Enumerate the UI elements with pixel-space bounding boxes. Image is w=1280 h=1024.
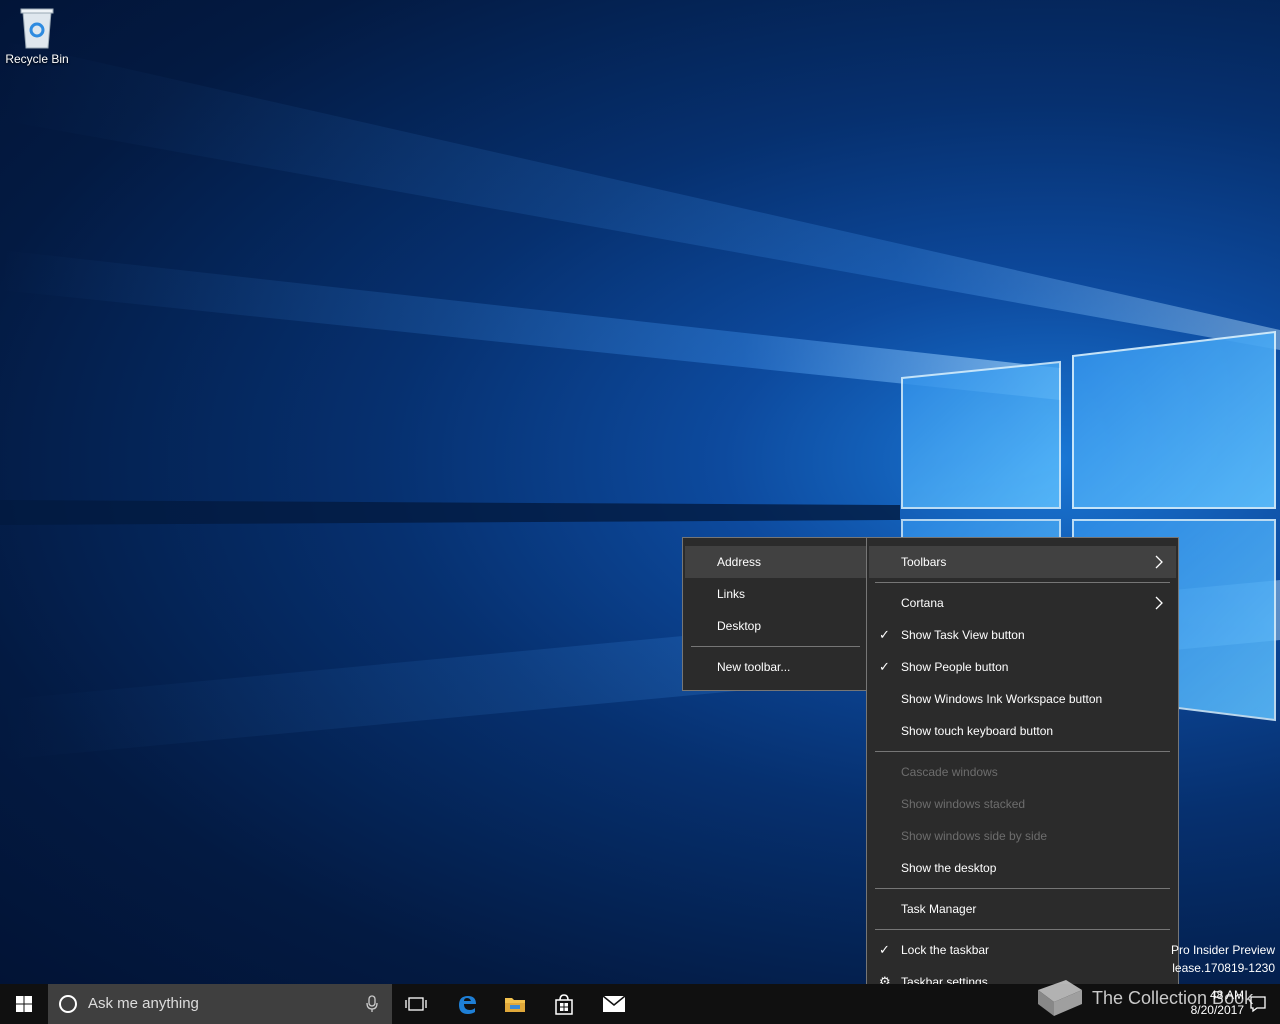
menu-item-label: Task Manager (901, 902, 977, 916)
menu-item-label: Show windows stacked (901, 797, 1026, 811)
menu-item-label: Address (717, 555, 762, 569)
menu-item-label: Show touch keyboard button (901, 724, 1054, 738)
watermark-line-2: lease.170819-1230 (1172, 961, 1275, 975)
menu-item-show-people[interactable]: ✓ Show People button (869, 651, 1176, 683)
menu-item-new-toolbar[interactable]: New toolbar... (685, 651, 866, 683)
menu-item-task-manager[interactable]: Task Manager (869, 893, 1176, 925)
menu-item-label: Show Windows Ink Workspace button (901, 692, 1103, 706)
menu-item-label: Toolbars (901, 555, 947, 569)
menu-item-desktop[interactable]: Desktop (685, 610, 866, 642)
menu-item-label: Show windows side by side (901, 829, 1048, 843)
file-explorer-taskbar-button[interactable] (491, 984, 539, 1024)
menu-item-show-ink-workspace[interactable]: Show Windows Ink Workspace button (869, 683, 1176, 715)
cortana-icon (59, 995, 77, 1013)
menu-item-cortana[interactable]: Cortana (869, 587, 1176, 619)
menu-item-label: Desktop (717, 619, 762, 633)
menu-item-windows-stacked: Show windows stacked (869, 788, 1176, 820)
checkmark-icon: ✓ (879, 659, 890, 674)
search-placeholder: Ask me anything (88, 995, 199, 1012)
menu-item-label: New toolbar... (717, 660, 791, 674)
edge-icon (459, 996, 476, 1014)
menu-separator (691, 646, 860, 647)
cortana-search-box[interactable]: Ask me anything (48, 984, 392, 1024)
recycle-bin-label: Recycle Bin (5, 52, 69, 66)
menu-item-label: Cascade windows (901, 765, 998, 779)
menu-item-label: Links (717, 587, 746, 601)
store-taskbar-button[interactable] (540, 984, 588, 1024)
checkmark-icon: ✓ (879, 627, 890, 642)
menu-item-show-touch-keyboard[interactable]: Show touch keyboard button (869, 715, 1176, 747)
taskbar-context-menu: Toolbars Cortana ✓ Show Task View button… (866, 537, 1179, 1007)
notification-icon (1250, 996, 1266, 1013)
menu-item-label: Show the desktop (901, 861, 997, 875)
microphone-icon[interactable] (366, 995, 378, 1013)
clock-date: 8/20/2017 (1190, 1003, 1244, 1017)
menu-item-label: Cortana (901, 596, 944, 610)
store-bag-icon (555, 994, 573, 1015)
watermark-line-1: Pro Insider Preview (1170, 943, 1275, 957)
mail-taskbar-button[interactable] (590, 984, 638, 1024)
menu-item-address[interactable]: Address (685, 546, 866, 578)
menu-separator (875, 582, 1170, 583)
collection-book-logo (1038, 980, 1082, 1016)
menu-item-label: Show People button (901, 660, 1009, 674)
menu-item-links[interactable]: Links (685, 578, 866, 610)
chevron-right-icon (1155, 596, 1163, 610)
recycle-bin-shortcut[interactable]: Recycle Bin (2, 6, 72, 66)
task-view-button[interactable] (392, 984, 440, 1024)
menu-separator (875, 888, 1170, 889)
menu-item-toolbars[interactable]: Toolbars (869, 546, 1176, 578)
menu-item-show-desktop[interactable]: Show the desktop (869, 852, 1176, 884)
recycle-bin-icon (17, 6, 57, 50)
action-center-button[interactable] (1244, 984, 1272, 1024)
menu-item-windows-side-by-side: Show windows side by side (869, 820, 1176, 852)
menu-item-label: Lock the taskbar (901, 943, 990, 957)
edge-taskbar-button[interactable] (443, 984, 491, 1024)
menu-item-lock-taskbar[interactable]: ✓ Lock the taskbar (869, 934, 1176, 966)
start-button[interactable] (0, 984, 48, 1024)
chevron-right-icon (1155, 555, 1163, 569)
system-clock[interactable]: 48 AM 8/20/2017 (1191, 988, 1244, 1018)
folder-icon (505, 998, 525, 1012)
menu-item-label: Show Task View button (901, 628, 1025, 642)
menu-separator (875, 929, 1170, 930)
task-view-icon (405, 997, 427, 1011)
menu-separator (875, 751, 1170, 752)
checkmark-icon: ✓ (879, 942, 890, 957)
windows-logo-icon (16, 996, 32, 1012)
clock-time: 48 AM (1209, 988, 1244, 1002)
menu-item-cascade-windows: Cascade windows (869, 756, 1176, 788)
toolbars-submenu: Address Links Desktop New toolbar... (682, 537, 869, 691)
menu-item-show-task-view[interactable]: ✓ Show Task View button (869, 619, 1176, 651)
build-watermark: Pro Insider Preview lease.170819-1230 (1171, 941, 1275, 977)
mail-icon (602, 995, 626, 1012)
